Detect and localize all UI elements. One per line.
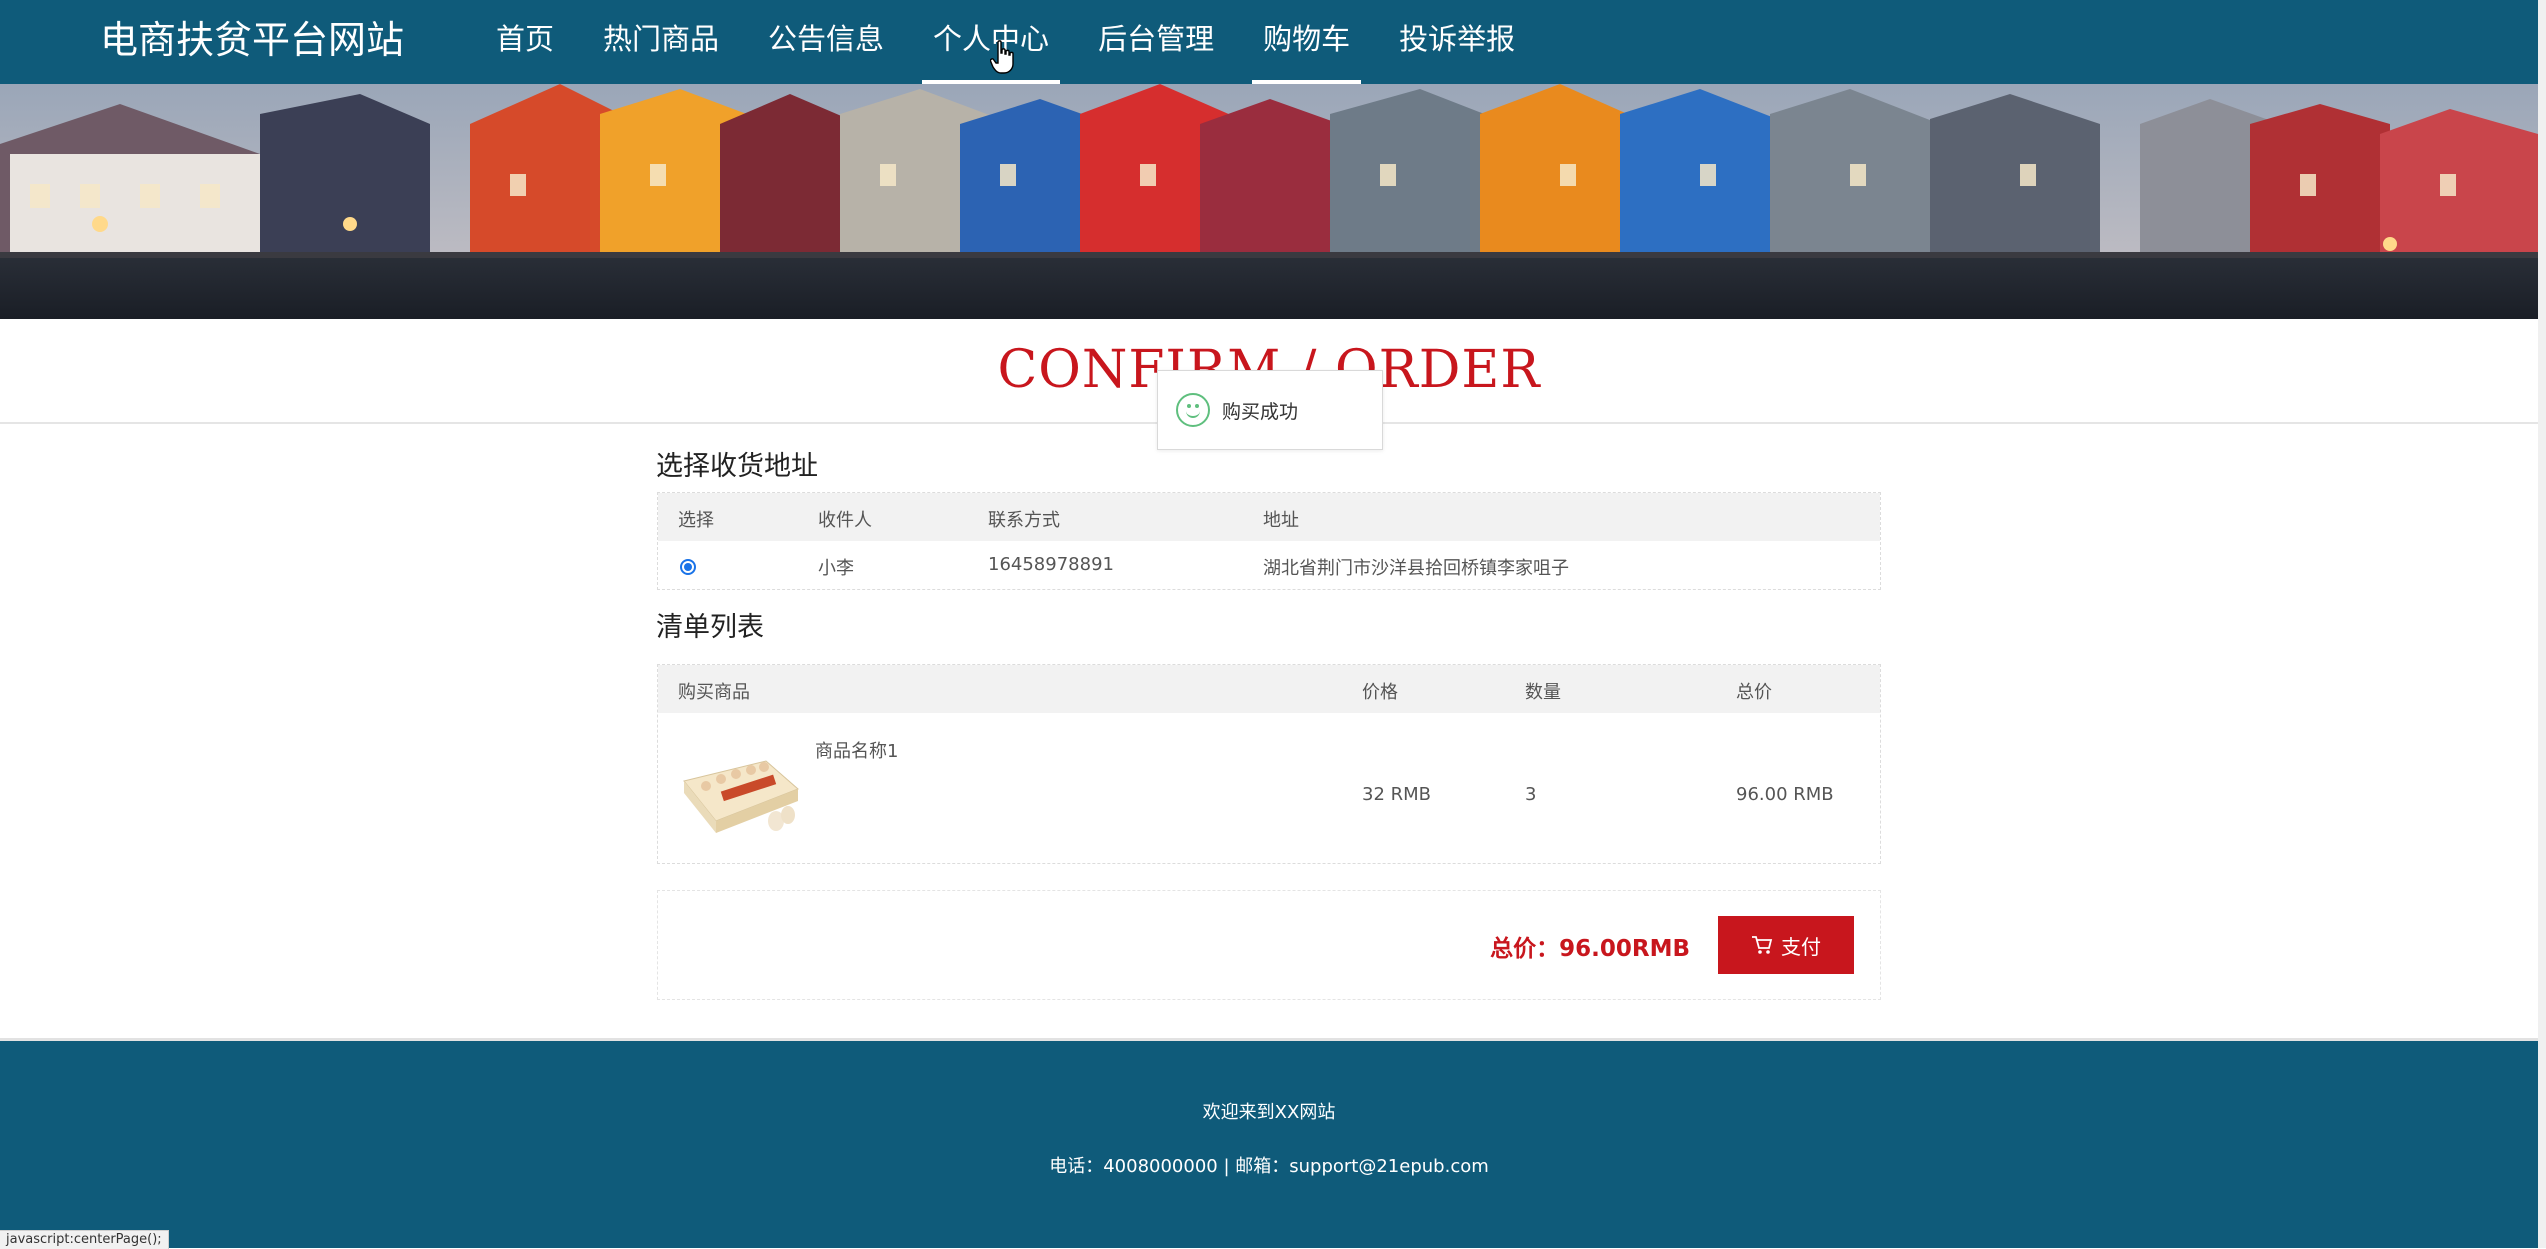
toast-message: 购买成功 xyxy=(1222,400,1299,423)
recipient-address: 湖北省荆门市沙洋县拾回桥镇李家咀子 xyxy=(1263,558,1569,579)
header-address: 地址 xyxy=(1263,510,1299,531)
header-total: 总价 xyxy=(1736,682,1772,703)
order-item-row: 商品名称1 32 RMB 3 96.00 RMB xyxy=(658,713,1880,863)
footer-contact: 电话：4008000000 | 邮箱：support@21epub.com xyxy=(1049,1156,1489,1177)
site-footer: 欢迎来到XX网站 电话：4008000000 | 邮箱：support@21ep… xyxy=(0,1038,2538,1248)
smiley-icon xyxy=(1176,393,1210,427)
order-section-title: 清单列表 xyxy=(656,612,764,643)
nav-complaints[interactable]: 投诉举报 xyxy=(1388,0,1526,84)
header-phone: 联系方式 xyxy=(988,510,1060,531)
nav-announcements[interactable]: 公告信息 xyxy=(757,0,895,84)
order-table: 购买商品 价格 数量 总价 商品名称1 32 RMB 3 96.00 RMB xyxy=(657,664,1881,864)
order-table-header: 购买商品 价格 数量 总价 xyxy=(658,665,1880,713)
product-name[interactable]: 商品名称1 xyxy=(815,737,898,763)
checkout-panel: 总价：96.00RMB 支付 xyxy=(657,890,1881,1000)
top-navbar: 电商扶贫平台网站 首页 热门商品 公告信息 个人中心 后台管理 购物车 投诉举报 xyxy=(0,0,2538,84)
nav-admin[interactable]: 后台管理 xyxy=(1087,0,1225,84)
cart-icon xyxy=(1752,936,1773,954)
address-row[interactable]: 小李 16458978891 湖北省荆门市沙洋县拾回桥镇李家咀子 xyxy=(658,541,1880,589)
nav-hot-products[interactable]: 热门商品 xyxy=(592,0,730,84)
recipient-name: 小李 xyxy=(818,558,854,579)
header-select: 选择 xyxy=(678,510,714,531)
header-price: 价格 xyxy=(1362,682,1398,703)
nav-home[interactable]: 首页 xyxy=(485,0,565,84)
hand-cursor-icon xyxy=(990,40,1014,74)
product-total: 96.00 RMB xyxy=(1736,784,1834,805)
address-section-title: 选择收货地址 xyxy=(656,451,818,482)
product-thumbnail[interactable] xyxy=(676,741,806,841)
browser-status-bar: javascript:centerPage(); xyxy=(0,1230,169,1249)
product-price: 32 RMB xyxy=(1362,784,1432,805)
address-radio[interactable] xyxy=(680,559,696,575)
header-recipient: 收件人 xyxy=(818,510,872,531)
recipient-phone: 16458978891 xyxy=(988,554,1114,575)
main-nav: 首页 热门商品 公告信息 个人中心 后台管理 购物车 投诉举报 xyxy=(485,0,1553,84)
address-table: 选择 收件人 联系方式 地址 小李 16458978891 湖北省荆门市沙洋县拾… xyxy=(657,492,1881,590)
page-scrollbar[interactable] xyxy=(2538,0,2546,1248)
total-price: 总价：96.00RMB xyxy=(1490,936,1690,962)
address-table-header: 选择 收件人 联系方式 地址 xyxy=(658,493,1880,541)
nav-cart[interactable]: 购物车 xyxy=(1252,0,1362,84)
pay-button[interactable]: 支付 xyxy=(1718,916,1854,974)
pay-button-label: 支付 xyxy=(1781,936,1821,959)
header-quantity: 数量 xyxy=(1525,682,1561,703)
footer-welcome: 欢迎来到XX网站 xyxy=(1202,1102,1336,1123)
banner-image xyxy=(0,84,2538,319)
header-product: 购买商品 xyxy=(678,682,750,703)
product-quantity: 3 xyxy=(1525,784,1537,805)
site-logo[interactable]: 电商扶贫平台网站 xyxy=(100,12,404,68)
success-toast: 购买成功 xyxy=(1157,370,1383,450)
